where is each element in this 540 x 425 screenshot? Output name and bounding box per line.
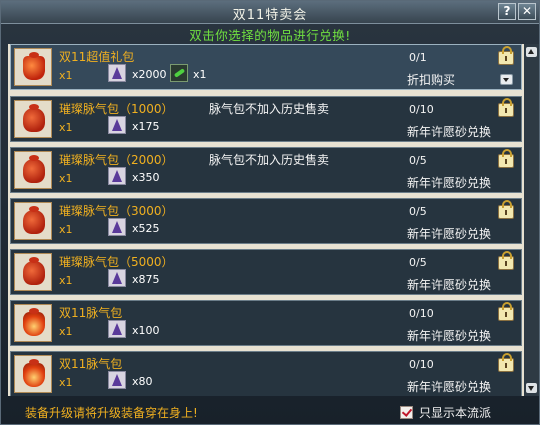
instruction-hint: 双击你选择的物品进行兑换! bbox=[189, 28, 351, 43]
lock-icon[interactable] bbox=[498, 200, 514, 219]
close-button[interactable]: ✕ bbox=[518, 3, 536, 20]
help-button[interactable]: ? bbox=[498, 3, 516, 20]
pulse-bag-icon bbox=[23, 104, 45, 132]
flame-bag-icon bbox=[23, 359, 45, 387]
only-my-school-label[interactable]: 只显示本流派 bbox=[419, 404, 491, 421]
pulse-bag-icon bbox=[23, 257, 45, 285]
lock-icon[interactable] bbox=[498, 149, 514, 168]
item-name: 双11脉气包 bbox=[59, 306, 123, 320]
exchange-method: 折扣购买 bbox=[407, 73, 456, 87]
cost-amount: x2000 bbox=[132, 68, 167, 81]
purchase-count: 0/10 bbox=[409, 358, 434, 371]
extra-cost-amount: x1 bbox=[193, 68, 207, 81]
item-row[interactable]: 璀璨脉气包（3000） x1 x525 0/5 新年许愿砂兑换 bbox=[10, 198, 522, 244]
gift-bag-icon bbox=[23, 52, 45, 80]
flame-bag-icon bbox=[23, 308, 45, 336]
pulse-bag-icon bbox=[23, 206, 45, 234]
wish-sand-icon bbox=[108, 218, 126, 236]
purchase-count: 0/5 bbox=[409, 154, 427, 167]
item-slot[interactable] bbox=[14, 253, 52, 291]
exchange-method: 新年许愿砂兑换 bbox=[407, 227, 492, 241]
wish-sand-icon bbox=[108, 371, 126, 389]
item-slot[interactable] bbox=[14, 151, 52, 189]
wish-sand-icon bbox=[108, 167, 126, 185]
exchange-method: 新年许愿砂兑换 bbox=[407, 380, 492, 394]
purchase-count: 0/1 bbox=[409, 51, 427, 64]
item-name: 璀璨脉气包（1000） bbox=[59, 102, 174, 116]
item-name: 璀璨脉气包（2000） bbox=[59, 153, 174, 167]
item-note: 脉气包不加入历史售卖 bbox=[209, 102, 330, 116]
item-name: 璀璨脉气包（5000） bbox=[59, 255, 174, 269]
exchange-method: 新年许愿砂兑换 bbox=[407, 125, 492, 139]
purchase-count: 0/10 bbox=[409, 307, 434, 320]
pulse-bag-icon bbox=[23, 155, 45, 183]
cost-amount: x350 bbox=[132, 171, 160, 184]
item-name: 璀璨脉气包（3000） bbox=[59, 204, 174, 218]
item-name: 双11超值礼包 bbox=[59, 50, 135, 64]
purchase-count: 0/5 bbox=[409, 256, 427, 269]
item-quantity: x1 bbox=[59, 376, 73, 389]
window-title: 双11特卖会 bbox=[232, 8, 308, 23]
cost-amount: x875 bbox=[132, 273, 160, 286]
purchase-count: 0/5 bbox=[409, 205, 427, 218]
item-slot[interactable] bbox=[14, 202, 52, 240]
cost-amount: x525 bbox=[132, 222, 160, 235]
wish-sand-icon bbox=[108, 116, 126, 134]
exchange-method: 新年许愿砂兑换 bbox=[407, 329, 492, 343]
item-row[interactable]: 双11脉气包 x1 x100 0/10 新年许愿砂兑换 bbox=[10, 300, 522, 346]
item-quantity: x1 bbox=[59, 223, 73, 236]
exchange-window: 双11特卖会 ? ✕ 双击你选择的物品进行兑换! 双11超值礼包 x1 x2000 x… bbox=[0, 0, 540, 425]
exchange-method: 新年许愿砂兑换 bbox=[407, 278, 492, 292]
item-slot[interactable] bbox=[14, 304, 52, 342]
item-row[interactable]: 璀璨脉气包（2000） x1 x350 脉气包不加入历史售卖 0/5 新年许愿砂兑换 bbox=[10, 147, 522, 193]
scroll-up-button[interactable] bbox=[526, 47, 537, 57]
item-list: 双11超值礼包 x1 x2000 x1 0/1 折扣购买璀璨脉气包（1000） x1 x175… bbox=[8, 44, 524, 396]
item-note: 脉气包不加入历史售卖 bbox=[209, 153, 330, 167]
item-quantity: x1 bbox=[59, 274, 73, 287]
lock-icon[interactable] bbox=[498, 251, 514, 270]
item-row[interactable]: 双11脉气包 x1 x80 0/10 新年许愿砂兑换 bbox=[10, 351, 522, 396]
lock-icon[interactable] bbox=[498, 302, 514, 321]
exchange-method: 新年许愿砂兑换 bbox=[407, 176, 492, 190]
item-row[interactable]: 璀璨脉气包（5000） x1 x875 0/5 新年许愿砂兑换 bbox=[10, 249, 522, 295]
item-row[interactable]: 双11超值礼包 x1 x2000 x1 0/1 折扣购买 bbox=[10, 44, 522, 90]
wish-sand-icon bbox=[108, 320, 126, 338]
dropdown-arrow-button[interactable] bbox=[500, 74, 513, 85]
item-quantity: x1 bbox=[59, 172, 73, 185]
title-bar[interactable]: 双11特卖会 ? ✕ bbox=[1, 1, 539, 24]
lock-icon[interactable] bbox=[498, 353, 514, 372]
purchase-count: 0/10 bbox=[409, 103, 434, 116]
item-row[interactable]: 璀璨脉气包（1000） x1 x175 脉气包不加入历史售卖 0/10 新年许愿砂兑换 bbox=[10, 96, 522, 142]
item-quantity: x1 bbox=[59, 325, 73, 338]
only-my-school-checkbox[interactable] bbox=[400, 406, 413, 419]
cost-amount: x175 bbox=[132, 120, 160, 133]
lock-icon[interactable] bbox=[498, 46, 514, 65]
item-quantity: x1 bbox=[59, 69, 73, 82]
footer-tip: 装备升级请将升级装备穿在身上! bbox=[25, 406, 198, 420]
scrollbar[interactable] bbox=[524, 44, 539, 396]
item-slot[interactable] bbox=[14, 100, 52, 138]
scroll-down-button[interactable] bbox=[526, 383, 537, 393]
item-slot[interactable] bbox=[14, 355, 52, 393]
item-slot[interactable] bbox=[14, 48, 52, 86]
wish-sand-icon bbox=[108, 269, 126, 287]
item-name: 双11脉气包 bbox=[59, 357, 123, 371]
wish-sand-icon bbox=[108, 64, 126, 82]
cost-amount: x80 bbox=[132, 375, 153, 388]
green-leaf-icon bbox=[170, 64, 188, 82]
lock-icon[interactable] bbox=[498, 98, 514, 117]
cost-amount: x100 bbox=[132, 324, 160, 337]
item-quantity: x1 bbox=[59, 121, 73, 134]
